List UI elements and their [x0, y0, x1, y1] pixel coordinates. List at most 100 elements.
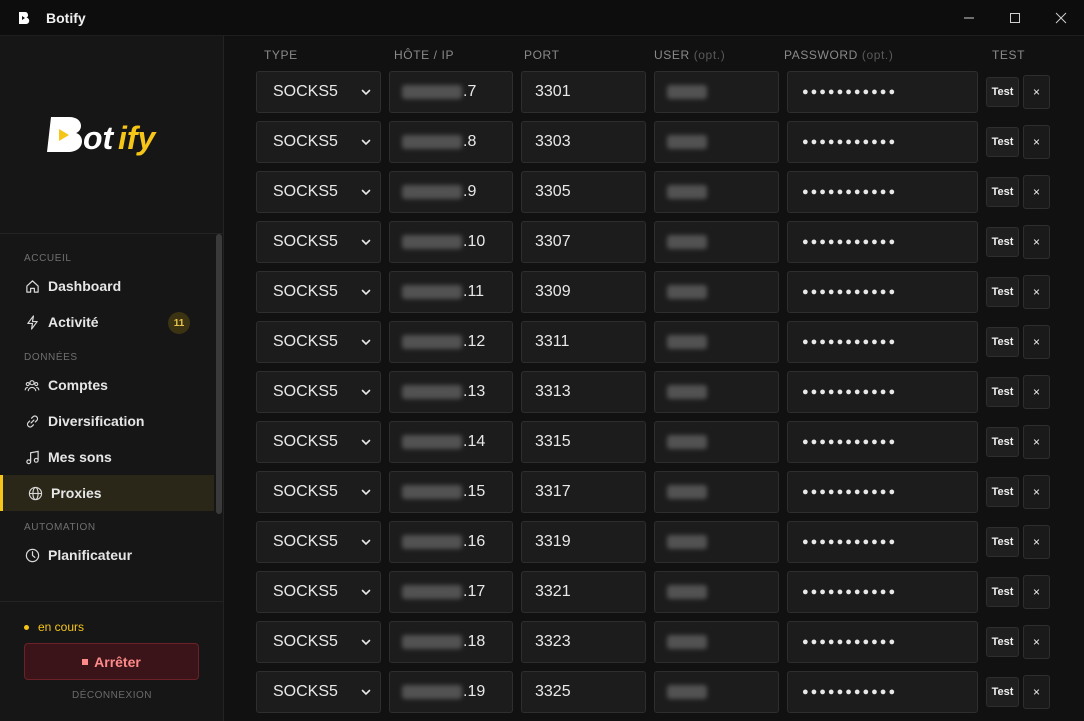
proxy-host-input[interactable]: .14 — [389, 421, 513, 463]
proxy-type-select[interactable]: SOCKS5 — [256, 671, 381, 713]
proxy-host-input[interactable]: .16 — [389, 521, 513, 563]
delete-proxy-button[interactable]: × — [1023, 425, 1050, 459]
test-proxy-button[interactable]: Test — [986, 277, 1019, 307]
proxy-port-input[interactable]: 3313 — [521, 371, 646, 413]
proxy-port-input[interactable]: 3325 — [521, 671, 646, 713]
proxy-type-select[interactable]: SOCKS5 — [256, 321, 381, 363]
delete-proxy-button[interactable]: × — [1023, 575, 1050, 609]
sidebar-scrollbar-thumb[interactable] — [216, 234, 222, 514]
proxy-user-input[interactable] — [654, 271, 779, 313]
proxy-port-input[interactable]: 3301 — [521, 71, 646, 113]
proxy-user-input[interactable] — [654, 371, 779, 413]
proxy-port-input[interactable]: 3305 — [521, 171, 646, 213]
proxy-password-input[interactable]: ●●●●●●●●●●● — [787, 321, 978, 363]
proxy-password-input[interactable]: ●●●●●●●●●●● — [787, 121, 978, 163]
proxy-type-select[interactable]: SOCKS5 — [256, 521, 381, 563]
proxy-host-input[interactable]: .17 — [389, 571, 513, 613]
proxy-port-input[interactable]: 3323 — [521, 621, 646, 663]
close-button[interactable] — [1038, 0, 1084, 36]
test-proxy-button[interactable]: Test — [986, 527, 1019, 557]
proxy-port-input[interactable]: 3319 — [521, 521, 646, 563]
test-proxy-button[interactable]: Test — [986, 377, 1019, 407]
sidebar-scrollbar[interactable] — [214, 234, 224, 600]
proxy-port-input[interactable]: 3309 — [521, 271, 646, 313]
proxy-type-select[interactable]: SOCKS5 — [256, 571, 381, 613]
sidebar-item-proxies[interactable]: Proxies — [0, 475, 214, 511]
proxy-password-input[interactable]: ●●●●●●●●●●● — [787, 171, 978, 213]
delete-proxy-button[interactable]: × — [1023, 175, 1050, 209]
proxy-type-select[interactable]: SOCKS5 — [256, 171, 381, 213]
delete-proxy-button[interactable]: × — [1023, 275, 1050, 309]
delete-proxy-button[interactable]: × — [1023, 625, 1050, 659]
proxy-type-select[interactable]: SOCKS5 — [256, 471, 381, 513]
proxy-port-input[interactable]: 3307 — [521, 221, 646, 263]
proxy-host-input[interactable]: .8 — [389, 121, 513, 163]
proxy-password-input[interactable]: ●●●●●●●●●●● — [787, 71, 978, 113]
proxy-user-input[interactable] — [654, 121, 779, 163]
test-proxy-button[interactable]: Test — [986, 427, 1019, 457]
proxy-password-input[interactable]: ●●●●●●●●●●● — [787, 521, 978, 563]
proxy-user-input[interactable] — [654, 321, 779, 363]
delete-proxy-button[interactable]: × — [1023, 475, 1050, 509]
delete-proxy-button[interactable]: × — [1023, 125, 1050, 159]
stop-button[interactable]: Arrêter — [24, 643, 199, 680]
proxy-port-input[interactable]: 3311 — [521, 321, 646, 363]
proxy-host-input[interactable]: .18 — [389, 621, 513, 663]
proxy-host-input[interactable]: .19 — [389, 671, 513, 713]
test-proxy-button[interactable]: Test — [986, 677, 1019, 707]
proxy-host-input[interactable]: .13 — [389, 371, 513, 413]
proxy-type-select[interactable]: SOCKS5 — [256, 421, 381, 463]
proxy-password-input[interactable]: ●●●●●●●●●●● — [787, 221, 978, 263]
proxy-host-input[interactable]: .10 — [389, 221, 513, 263]
sidebar-item-mes-sons[interactable]: Mes sons — [0, 439, 214, 475]
sidebar-item-comptes[interactable]: Comptes — [0, 367, 214, 403]
proxy-password-input[interactable]: ●●●●●●●●●●● — [787, 571, 978, 613]
minimize-button[interactable] — [946, 0, 992, 36]
proxy-type-select[interactable]: SOCKS5 — [256, 271, 381, 313]
proxy-password-input[interactable]: ●●●●●●●●●●● — [787, 421, 978, 463]
maximize-button[interactable] — [992, 0, 1038, 36]
test-proxy-button[interactable]: Test — [986, 577, 1019, 607]
test-proxy-button[interactable]: Test — [986, 177, 1019, 207]
proxy-user-input[interactable] — [654, 571, 779, 613]
proxy-user-input[interactable] — [654, 671, 779, 713]
logout-link[interactable]: DÉCONNEXION — [0, 690, 224, 701]
sidebar-item-planificateur[interactable]: Planificateur — [0, 537, 214, 573]
proxy-port-input[interactable]: 3317 — [521, 471, 646, 513]
proxy-type-select[interactable]: SOCKS5 — [256, 621, 381, 663]
proxy-user-input[interactable] — [654, 171, 779, 213]
delete-proxy-button[interactable]: × — [1023, 325, 1050, 359]
delete-proxy-button[interactable]: × — [1023, 375, 1050, 409]
proxy-host-input[interactable]: .15 — [389, 471, 513, 513]
proxy-port-input[interactable]: 3321 — [521, 571, 646, 613]
proxy-user-input[interactable] — [654, 421, 779, 463]
proxy-port-input[interactable]: 3315 — [521, 421, 646, 463]
test-proxy-button[interactable]: Test — [986, 477, 1019, 507]
test-proxy-button[interactable]: Test — [986, 227, 1019, 257]
sidebar-item-diversification[interactable]: Diversification — [0, 403, 214, 439]
delete-proxy-button[interactable]: × — [1023, 225, 1050, 259]
proxy-password-input[interactable]: ●●●●●●●●●●● — [787, 371, 978, 413]
proxy-type-select[interactable]: SOCKS5 — [256, 71, 381, 113]
test-proxy-button[interactable]: Test — [986, 77, 1019, 107]
proxy-user-input[interactable] — [654, 471, 779, 513]
proxy-port-input[interactable]: 3303 — [521, 121, 646, 163]
sidebar-item-dashboard[interactable]: Dashboard — [0, 268, 214, 304]
proxy-host-input[interactable]: .7 — [389, 71, 513, 113]
proxy-host-input[interactable]: .9 — [389, 171, 513, 213]
sidebar-item-activite[interactable]: Activité 11 — [0, 304, 214, 340]
proxy-type-select[interactable]: SOCKS5 — [256, 121, 381, 163]
proxy-user-input[interactable] — [654, 221, 779, 263]
delete-proxy-button[interactable]: × — [1023, 675, 1050, 709]
proxy-type-select[interactable]: SOCKS5 — [256, 221, 381, 263]
proxy-password-input[interactable]: ●●●●●●●●●●● — [787, 621, 978, 663]
proxy-user-input[interactable] — [654, 521, 779, 563]
test-proxy-button[interactable]: Test — [986, 627, 1019, 657]
proxy-password-input[interactable]: ●●●●●●●●●●● — [787, 271, 978, 313]
test-proxy-button[interactable]: Test — [986, 127, 1019, 157]
proxy-host-input[interactable]: .11 — [389, 271, 513, 313]
delete-proxy-button[interactable]: × — [1023, 525, 1050, 559]
delete-proxy-button[interactable]: × — [1023, 75, 1050, 109]
proxy-user-input[interactable] — [654, 71, 779, 113]
proxy-password-input[interactable]: ●●●●●●●●●●● — [787, 671, 978, 713]
